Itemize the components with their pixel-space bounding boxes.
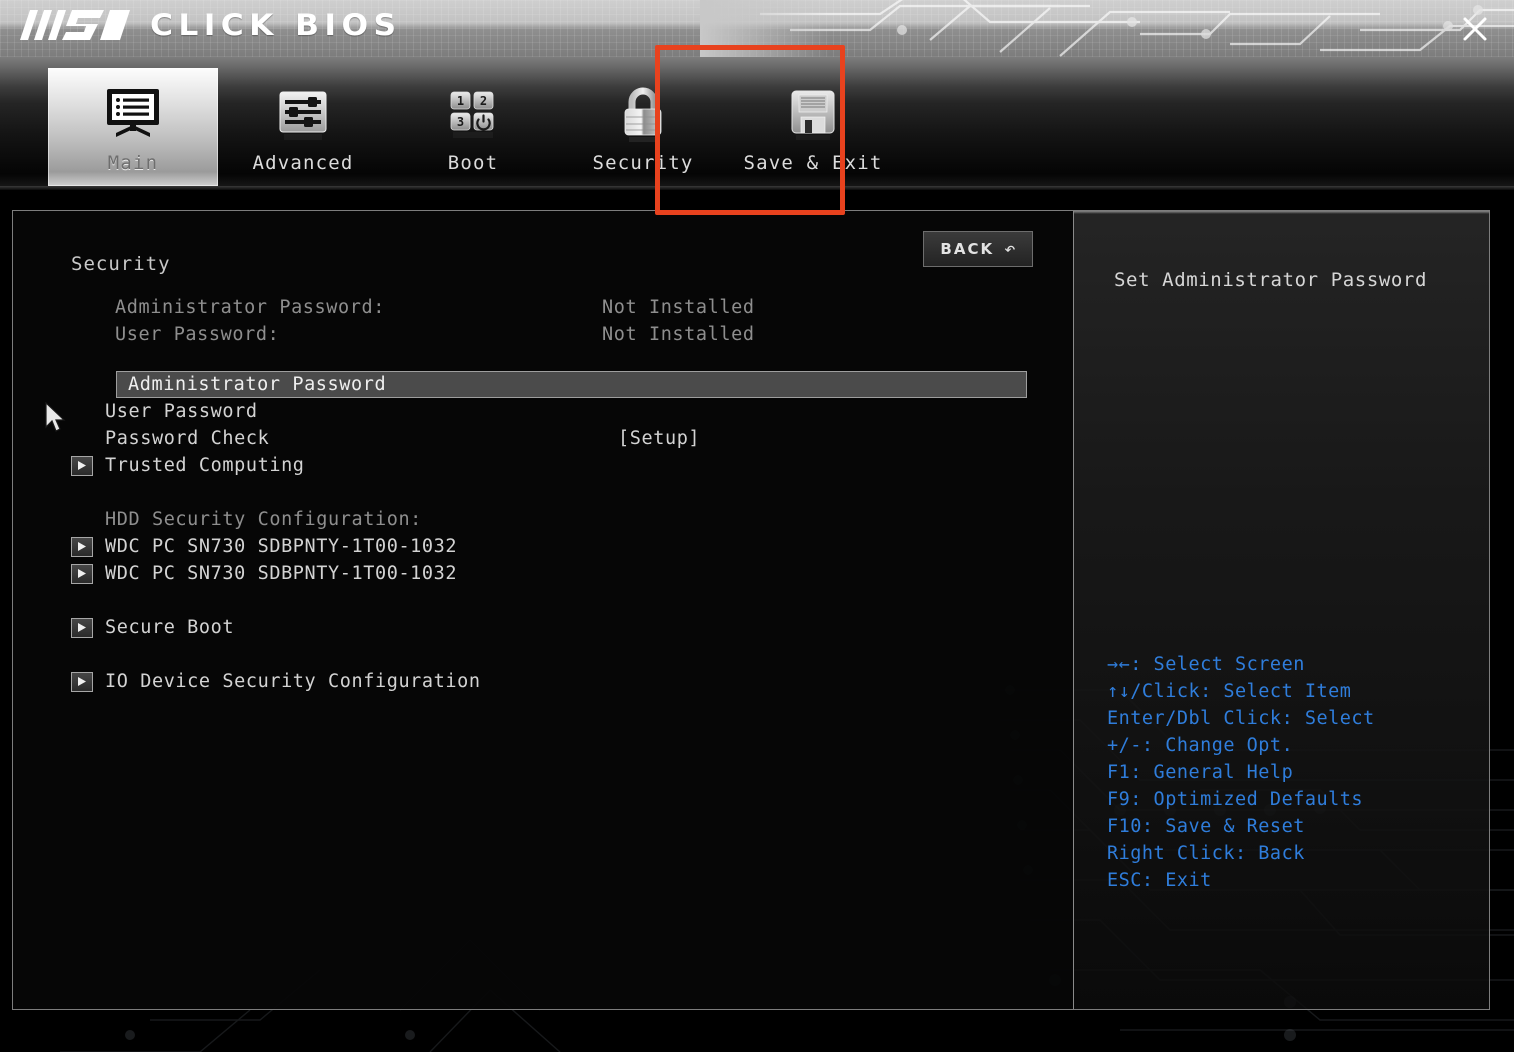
shortcut-select-screen: →←: Select Screen xyxy=(1107,654,1305,675)
back-button-label: BACK xyxy=(940,240,995,258)
shortcut-esc-exit: ESC: Exit xyxy=(1107,870,1212,891)
sliders-icon xyxy=(274,84,332,144)
floppy-disk-icon xyxy=(784,84,842,144)
shortcut-select-item: ↑↓/Click: Select Item xyxy=(1107,681,1352,702)
submenu-arrow-icon xyxy=(71,536,93,557)
submenu-arrow-icon xyxy=(71,455,93,476)
hdd-security-configuration-heading: HDD Security Configuration: xyxy=(71,506,1031,533)
main-navigation-tabs: Main Advanced 1 2 3 Boot Security Save &… xyxy=(0,57,1514,190)
monitor-list-icon xyxy=(102,84,164,144)
tab-label-security: Security xyxy=(592,152,694,174)
security-settings-panel: BACK ↶ Security Administrator Password: … xyxy=(13,211,1073,1009)
password-check-value: [Setup] xyxy=(618,428,701,449)
help-panel: Set Administrator Password →←: Select Sc… xyxy=(1073,211,1489,1009)
user-password-status-value: Not Installed xyxy=(602,324,755,345)
tab-label-boot: Boot xyxy=(447,152,499,174)
info-row: Administrator Password: Not Installed xyxy=(115,294,1015,321)
bios-window: CLICK BIOS Main Advanced 1 2 3 Boot Secu… xyxy=(0,0,1514,1052)
boot-order-icon: 1 2 3 xyxy=(444,84,502,144)
menu-item-label: Password Check xyxy=(105,428,270,449)
menu-item-administrator-password[interactable]: Administrator Password xyxy=(116,371,1027,398)
page-title: Security xyxy=(71,253,171,275)
info-row: User Password: Not Installed xyxy=(115,321,1015,348)
tab-advanced[interactable]: Advanced xyxy=(218,68,388,186)
menu-item-label: Secure Boot xyxy=(105,617,235,638)
tab-label-advanced: Advanced xyxy=(252,152,354,174)
security-menu-list: Administrator Password User Password Pas… xyxy=(71,371,1031,695)
menu-item-label: Trusted Computing xyxy=(105,455,305,476)
menu-item-trusted-computing[interactable]: Trusted Computing xyxy=(71,452,1031,479)
close-x-icon xyxy=(1463,17,1487,41)
msi-logo-icon xyxy=(20,10,130,40)
menu-item-label: User Password xyxy=(105,401,258,422)
tab-label-main: Main xyxy=(107,152,159,174)
back-button[interactable]: BACK ↶ xyxy=(923,231,1033,267)
menu-item-io-device-security-configuration[interactable]: IO Device Security Configuration xyxy=(71,668,1031,695)
settings-panel-frame: BACK ↶ Security Administrator Password: … xyxy=(12,210,1490,1010)
shortcut-general-help: F1: General Help xyxy=(1107,762,1294,783)
menu-spacer xyxy=(71,641,1031,668)
tab-main[interactable]: Main xyxy=(48,68,218,186)
padlock-icon xyxy=(612,84,674,144)
svg-text:2: 2 xyxy=(480,94,487,108)
submenu-arrow-icon xyxy=(71,563,93,584)
menu-item-label: WDC PC SN730 SDBPNTY-1T00-1032 xyxy=(105,536,458,557)
tab-save-exit[interactable]: Save & Exit xyxy=(728,68,898,186)
close-icon[interactable] xyxy=(1458,12,1492,46)
heading-label: HDD Security Configuration: xyxy=(105,509,422,530)
title-bar: CLICK BIOS xyxy=(0,0,1514,57)
tab-boot[interactable]: 1 2 3 Boot xyxy=(388,68,558,186)
menu-item-hdd-2[interactable]: WDC PC SN730 SDBPNTY-1T00-1032 xyxy=(71,560,1031,587)
help-panel-gloss xyxy=(1074,211,1489,214)
keyboard-shortcut-list: →←: Select Screen ↑↓/Click: Select Item … xyxy=(1107,651,1489,894)
shortcut-change-opt: +/-: Change Opt. xyxy=(1107,735,1294,756)
content-area: BACK ↶ Security Administrator Password: … xyxy=(0,190,1514,1052)
menu-item-user-password[interactable]: User Password xyxy=(71,398,1031,425)
help-description: Set Administrator Password xyxy=(1114,269,1428,291)
menu-item-label: WDC PC SN730 SDBPNTY-1T00-1032 xyxy=(105,563,458,584)
svg-text:1: 1 xyxy=(457,94,464,108)
product-title: CLICK BIOS xyxy=(150,7,402,42)
tab-security[interactable]: Security xyxy=(558,68,728,186)
submenu-arrow-icon xyxy=(71,617,93,638)
svg-text:3: 3 xyxy=(457,115,464,129)
shortcut-save-reset: F10: Save & Reset xyxy=(1107,816,1305,837)
menu-item-label: Administrator Password xyxy=(128,374,387,395)
header-circuit-decoration xyxy=(760,0,1514,57)
menu-item-password-check[interactable]: Password Check [Setup] xyxy=(71,425,1031,452)
password-status-list: Administrator Password: Not Installed Us… xyxy=(115,294,1015,348)
menu-item-label: IO Device Security Configuration xyxy=(105,671,481,692)
user-password-status-label: User Password: xyxy=(115,324,280,345)
brand-logo-group: CLICK BIOS xyxy=(18,8,396,42)
submenu-arrow-icon xyxy=(71,671,93,692)
admin-password-status-value: Not Installed xyxy=(602,297,755,318)
admin-password-status-label: Administrator Password: xyxy=(115,297,385,318)
tab-label-save-exit: Save & Exit xyxy=(743,152,883,174)
menu-spacer xyxy=(71,479,1031,506)
menu-spacer xyxy=(71,587,1031,614)
shortcut-enter-select: Enter/Dbl Click: Select xyxy=(1107,708,1375,729)
shortcut-right-click-back: Right Click: Back xyxy=(1107,843,1305,864)
menu-item-hdd-1[interactable]: WDC PC SN730 SDBPNTY-1T00-1032 xyxy=(71,533,1031,560)
menu-item-secure-boot[interactable]: Secure Boot xyxy=(71,614,1031,641)
shortcut-optimized-defaults: F9: Optimized Defaults xyxy=(1107,789,1364,810)
back-arrow-icon: ↶ xyxy=(1004,237,1016,260)
